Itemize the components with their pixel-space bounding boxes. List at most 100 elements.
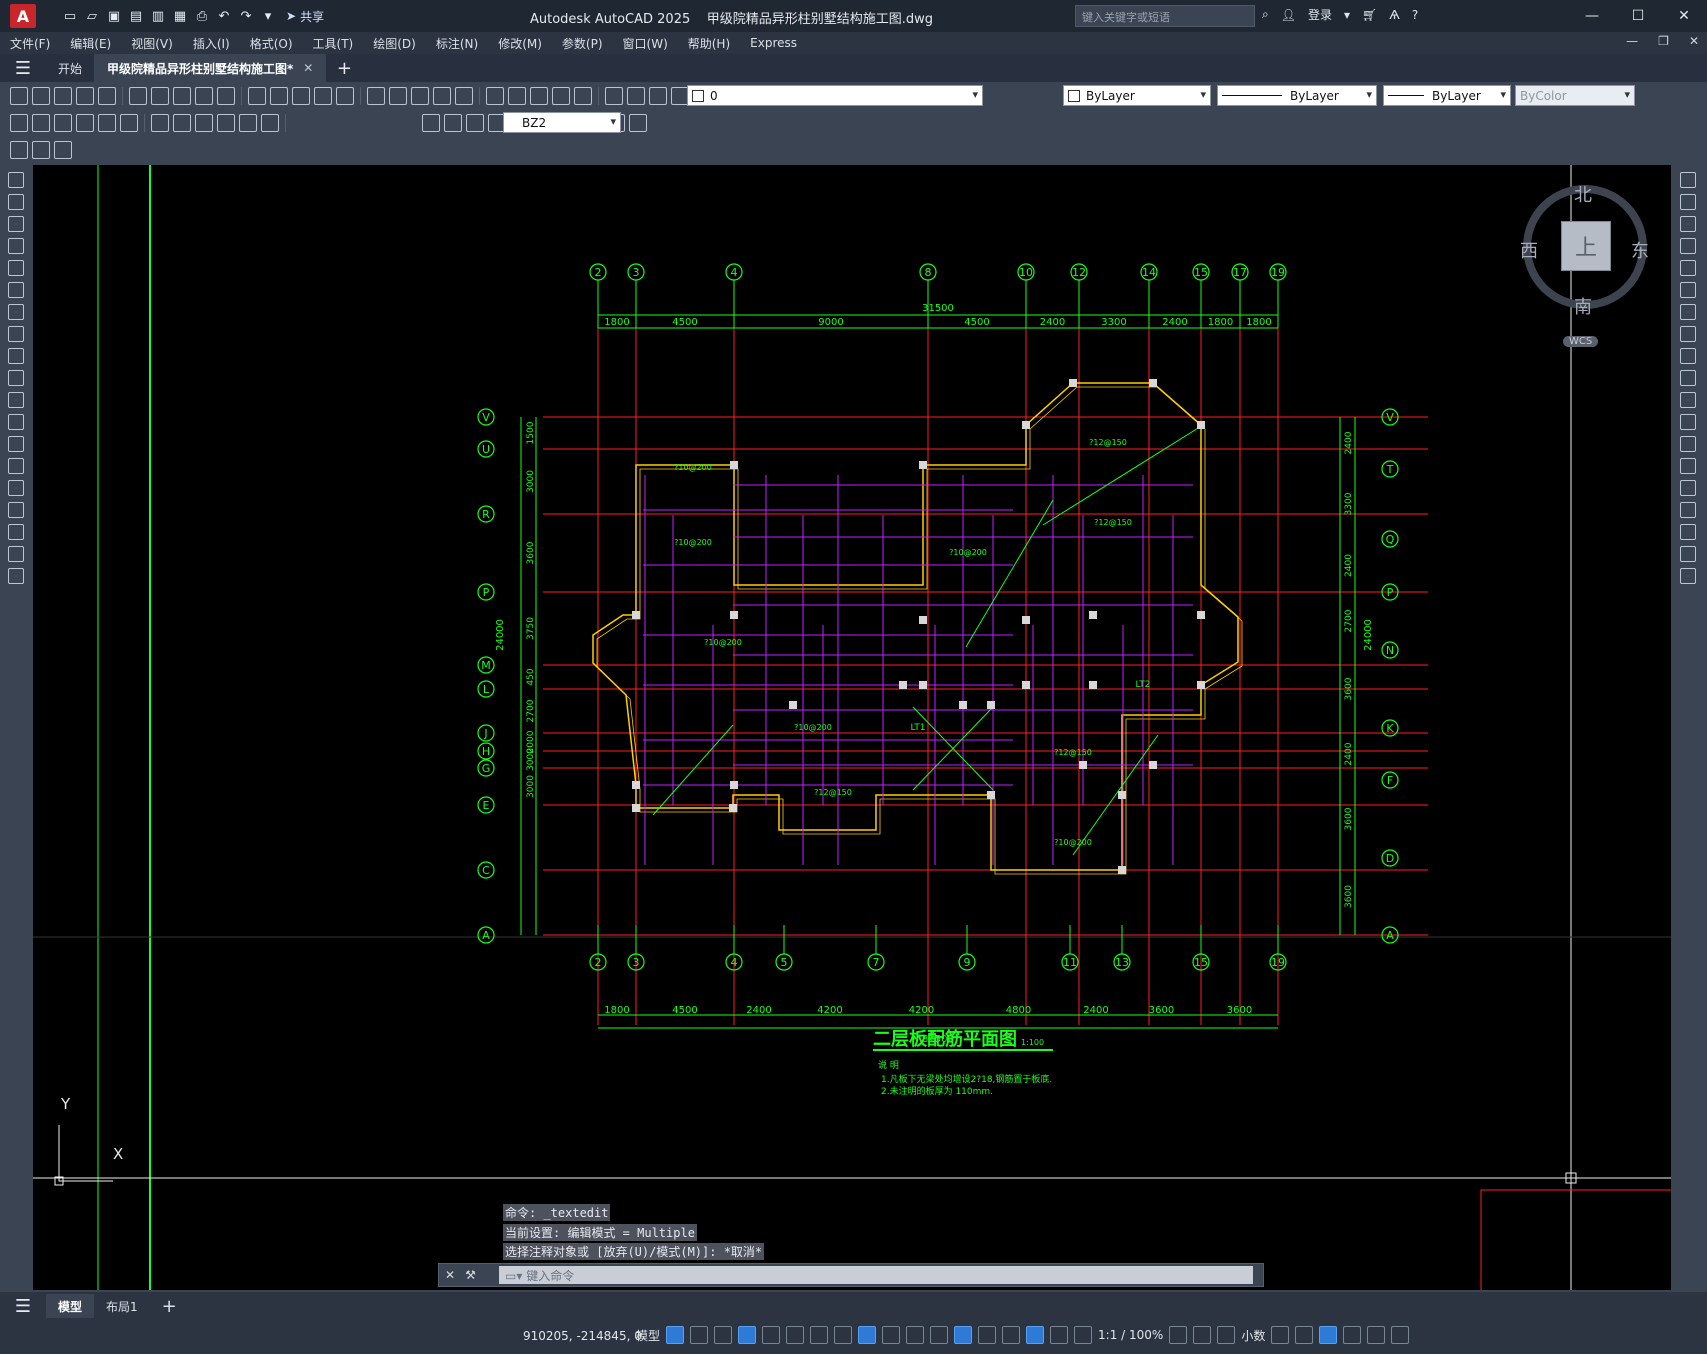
- new-layout-button[interactable]: +: [150, 1294, 189, 1318]
- grid-icon[interactable]: [666, 1326, 685, 1344]
- isolate-objects-icon[interactable]: [1319, 1326, 1338, 1344]
- model-space-button[interactable]: 模型: [636, 1327, 660, 1344]
- tool-icon[interactable]: [552, 87, 570, 105]
- new-tab-button[interactable]: +: [326, 58, 362, 79]
- minimize-button[interactable]: —: [1569, 0, 1615, 32]
- tool-icon[interactable]: [508, 87, 526, 105]
- dimstyle-dropdown[interactable]: BZ2 ▾: [503, 112, 621, 133]
- login-dropdown-icon[interactable]: ▾: [1344, 8, 1350, 22]
- tool-icon[interactable]: [120, 114, 138, 132]
- tool-icon[interactable]: [1680, 480, 1696, 496]
- tool-icon[interactable]: [389, 87, 407, 105]
- linetype-dropdown[interactable]: ByLayer ▾: [1217, 85, 1377, 106]
- tool-icon[interactable]: [1680, 282, 1696, 298]
- menu-modify[interactable]: 修改(M): [488, 35, 552, 52]
- tool-icon[interactable]: [76, 87, 94, 105]
- tool-icon[interactable]: [8, 568, 24, 584]
- tool-icon[interactable]: [8, 546, 24, 562]
- tool-icon[interactable]: [54, 141, 72, 159]
- tool-icon[interactable]: [444, 114, 462, 132]
- lock-ui-icon[interactable]: [1295, 1326, 1314, 1344]
- tool-icon[interactable]: [605, 87, 623, 105]
- selection-filter-icon[interactable]: [1002, 1326, 1021, 1344]
- menu-window[interactable]: 窗口(W): [613, 35, 678, 52]
- dynamic-input-icon[interactable]: [738, 1326, 757, 1344]
- tool-icon[interactable]: [1680, 458, 1696, 474]
- tool-icon[interactable]: [151, 87, 169, 105]
- tool-icon[interactable]: [98, 114, 116, 132]
- polar-icon[interactable]: [786, 1326, 805, 1344]
- help-icon[interactable]: ?: [1412, 8, 1418, 22]
- publish-icon[interactable]: ▥: [150, 8, 166, 24]
- tool-icon[interactable]: [10, 141, 28, 159]
- tool-icon[interactable]: [8, 458, 24, 474]
- tool-icon[interactable]: [8, 326, 24, 342]
- tool-icon[interactable]: [1680, 546, 1696, 562]
- 3d-osnap-icon[interactable]: [954, 1326, 973, 1344]
- tool-icon[interactable]: [8, 194, 24, 210]
- tool-icon[interactable]: [8, 172, 24, 188]
- tool-icon[interactable]: [8, 304, 24, 320]
- menu-dimension[interactable]: 标注(N): [426, 35, 488, 52]
- compass-south[interactable]: 南: [1574, 293, 1592, 319]
- menu-format[interactable]: 格式(O): [240, 35, 303, 52]
- tool-icon[interactable]: [32, 141, 50, 159]
- tool-icon[interactable]: [1680, 216, 1696, 232]
- wrench-icon[interactable]: ⚒: [465, 1268, 476, 1282]
- tool-icon[interactable]: [1680, 524, 1696, 540]
- tab-drawing[interactable]: 甲级院精品异形柱别墅结构施工图* ✕: [95, 54, 327, 82]
- tool-icon[interactable]: [1680, 392, 1696, 408]
- tool-icon[interactable]: [1680, 194, 1696, 210]
- layer-dropdown[interactable]: 0 ▾: [687, 85, 983, 106]
- autodesk-icon[interactable]: Ѧ: [1389, 8, 1400, 22]
- tool-icon[interactable]: [8, 260, 24, 276]
- tool-icon[interactable]: [261, 114, 279, 132]
- tool-icon[interactable]: [239, 114, 257, 132]
- tool-icon[interactable]: [8, 414, 24, 430]
- tool-icon[interactable]: [1680, 238, 1696, 254]
- menu-parametric[interactable]: 参数(P): [552, 35, 613, 52]
- tool-icon[interactable]: [8, 524, 24, 540]
- doc-restore-button[interactable]: ❐: [1658, 34, 1669, 48]
- search-icon[interactable]: ⌕: [1262, 7, 1269, 22]
- annotation-visibility-icon[interactable]: [1026, 1326, 1045, 1344]
- cart-icon[interactable]: 🛒︎: [1362, 8, 1377, 22]
- close-icon[interactable]: ✕: [445, 1268, 455, 1282]
- isodraft-icon[interactable]: [810, 1326, 829, 1344]
- osnap-icon[interactable]: [858, 1326, 877, 1344]
- compass-east[interactable]: 东: [1631, 237, 1649, 263]
- tool-icon[interactable]: [8, 216, 24, 232]
- tool-icon[interactable]: [627, 87, 645, 105]
- close-tab-icon[interactable]: ✕: [303, 61, 313, 75]
- save-as-icon[interactable]: ▤: [128, 8, 144, 24]
- tool-icon[interactable]: [422, 114, 440, 132]
- compass-north[interactable]: 北: [1574, 181, 1592, 207]
- quick-properties-icon[interactable]: [1271, 1326, 1290, 1344]
- tool-icon[interactable]: [411, 87, 429, 105]
- login-button[interactable]: 登录: [1308, 6, 1332, 23]
- dynamic-ucs-icon[interactable]: [978, 1326, 997, 1344]
- tool-icon[interactable]: [433, 87, 451, 105]
- annotation-scale-value[interactable]: 1:1 / 100%: [1098, 1328, 1163, 1342]
- maximize-button[interactable]: ☐: [1615, 0, 1661, 32]
- tool-icon[interactable]: [1680, 304, 1696, 320]
- tool-icon[interactable]: [10, 87, 28, 105]
- selection-cycling-icon[interactable]: [930, 1326, 949, 1344]
- object-track-icon[interactable]: [834, 1326, 853, 1344]
- new-icon[interactable]: ▭: [62, 8, 78, 24]
- tool-icon[interactable]: [1680, 414, 1696, 430]
- tool-icon[interactable]: [1680, 436, 1696, 452]
- customization-icon[interactable]: [1391, 1326, 1410, 1344]
- tool-icon[interactable]: [530, 87, 548, 105]
- open-icon[interactable]: ▱: [84, 8, 100, 24]
- tool-icon[interactable]: [173, 114, 191, 132]
- file-tabs-menu-icon[interactable]: ☰: [0, 54, 46, 82]
- tool-icon[interactable]: [32, 87, 50, 105]
- sheet-icon[interactable]: ▦: [172, 8, 188, 24]
- tool-icon[interactable]: [1680, 326, 1696, 342]
- doc-close-button[interactable]: ✕: [1689, 34, 1699, 48]
- units-icon[interactable]: [1217, 1326, 1236, 1344]
- menu-help[interactable]: 帮助(H): [678, 35, 740, 52]
- annotation-scale-icon[interactable]: [1074, 1326, 1093, 1344]
- infer-icon[interactable]: [714, 1326, 733, 1344]
